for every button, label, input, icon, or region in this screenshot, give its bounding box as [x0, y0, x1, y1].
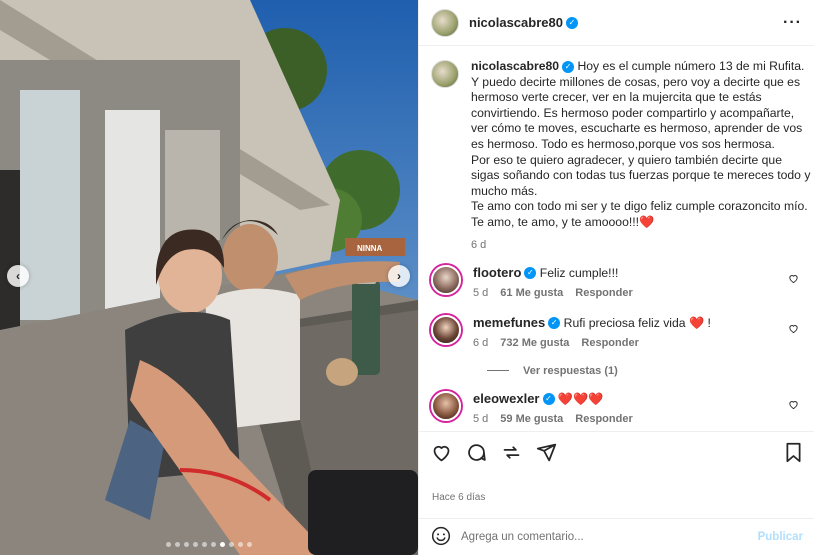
carousel-indicator — [0, 542, 418, 547]
send-icon — [536, 443, 557, 462]
carousel-dot — [175, 542, 180, 547]
author-avatar[interactable] — [431, 8, 459, 37]
chevron-left-icon: ‹ — [16, 269, 20, 283]
post-timestamp: Hace 6 días — [432, 492, 486, 503]
carousel-dot — [202, 542, 207, 547]
comments-section[interactable]: nicolascabre80 ✓ Hoy es el cumple número … — [419, 47, 814, 431]
comment-text: Feliz cumple!!! — [539, 265, 619, 280]
carousel-dot — [238, 542, 243, 547]
commenter-avatar[interactable] — [431, 264, 461, 295]
replies-divider — [487, 370, 509, 372]
more-options-button[interactable]: ··· — [783, 14, 802, 32]
heart-icon — [433, 445, 450, 462]
reply-button[interactable]: Responder — [575, 287, 632, 299]
reply-button[interactable]: Responder — [581, 337, 638, 349]
post-caption: nicolascabre80 ✓ Hoy es el cumple número … — [431, 59, 810, 251]
commenter-avatar[interactable] — [431, 314, 461, 345]
carousel-next-button[interactable]: › — [388, 265, 410, 287]
emoji-icon — [431, 526, 451, 545]
comment-item: eleowexler ✓ ❤️❤️❤️ 5 d 59 Me gusta Respond… — [431, 390, 803, 427]
caption-text: Hoy es el cumple número 13 de mi Rufita.… — [471, 59, 811, 229]
more-icon: ··· — [783, 13, 802, 31]
post-header: nicolascabre80 ✓ ··· — [419, 0, 814, 46]
repost-button[interactable] — [501, 442, 522, 463]
caption-author-avatar[interactable] — [431, 60, 459, 88]
comment-text: Rufi preciosa feliz vida ❤️ ! — [563, 315, 711, 330]
comment-item: flootero ✓ Feliz cumple!!! 5 d 61 Me gusta… — [431, 264, 803, 301]
view-replies-button[interactable]: Ver respuestas (1) — [487, 365, 803, 377]
carousel-dot — [229, 542, 234, 547]
comment-input[interactable] — [461, 531, 758, 543]
verified-icon: ✓ — [542, 393, 555, 406]
comment-icon — [468, 444, 486, 461]
photo-sign-text: NINNA — [357, 244, 383, 253]
comment-age: 5 d — [473, 286, 489, 299]
heart-icon[interactable] — [788, 273, 799, 284]
comment-age: 5 d — [473, 412, 489, 425]
carousel-dot — [166, 542, 171, 547]
like-button[interactable] — [431, 442, 452, 463]
post-actions-bar — [419, 431, 814, 473]
publish-button[interactable]: Publicar — [758, 531, 803, 543]
verified-icon: ✓ — [565, 16, 578, 29]
carousel-dot — [220, 542, 225, 547]
add-comment-bar: Publicar — [419, 518, 814, 555]
post-dialog: NINNA ‹ › nicolascabre80 ✓ ··· nicolasca… — [0, 0, 814, 555]
save-button[interactable] — [784, 442, 803, 463]
carousel-dot — [184, 542, 189, 547]
comment-likes[interactable]: 59 Me gusta — [500, 413, 563, 425]
heart-icon[interactable] — [788, 323, 799, 334]
carousel-dot — [193, 542, 198, 547]
commenter-username[interactable]: eleowexler — [473, 391, 540, 406]
post-photo[interactable]: NINNA ‹ › — [0, 0, 418, 555]
photo-scene: NINNA — [0, 0, 418, 555]
comment-likes[interactable]: 732 Me gusta — [500, 337, 569, 349]
comment-button[interactable] — [466, 442, 487, 463]
carousel-dot — [247, 542, 252, 547]
commenter-username[interactable]: memefunes — [473, 315, 545, 330]
verified-icon: ✓ — [524, 267, 537, 280]
carousel-dot — [211, 542, 216, 547]
reply-button[interactable]: Responder — [575, 413, 632, 425]
verified-icon: ✓ — [548, 317, 561, 330]
save-icon — [786, 442, 801, 463]
comment-item: memefunes ✓ Rufi preciosa feliz vida ❤️ !… — [431, 314, 803, 351]
comment-likes[interactable]: 61 Me gusta — [500, 287, 563, 299]
share-icon — [503, 446, 520, 459]
chevron-right-icon: › — [397, 269, 401, 283]
comment-age: 6 d — [473, 336, 489, 349]
post-details-panel: nicolascabre80 ✓ ··· nicolascabre80 ✓ Hoy… — [418, 0, 814, 555]
commenter-avatar[interactable] — [431, 390, 461, 421]
verified-icon: ✓ — [562, 60, 575, 73]
caption-age: 6 d — [471, 238, 487, 251]
carousel-prev-button[interactable]: ‹ — [7, 265, 29, 287]
author-username[interactable]: nicolascabre80 — [469, 15, 563, 30]
view-replies-label: Ver respuestas (1) — [523, 364, 618, 377]
send-button[interactable] — [536, 442, 557, 463]
emoji-picker-button[interactable] — [431, 526, 451, 549]
comment-text: ❤️❤️❤️ — [557, 391, 604, 406]
heart-icon[interactable] — [788, 399, 799, 410]
caption-author-username[interactable]: nicolascabre80 — [471, 59, 559, 73]
commenter-username[interactable]: flootero — [473, 265, 521, 280]
